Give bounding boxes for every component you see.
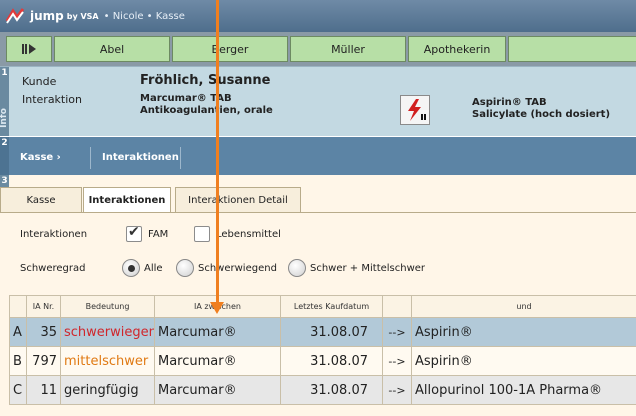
severity-text: mittelschwer (60, 346, 155, 376)
purchase-date: 31.08.07 (280, 375, 383, 405)
row-letter: A (9, 317, 27, 347)
panel-2-strip: 2 (0, 137, 9, 175)
drug-name: Marcumar® (154, 317, 281, 347)
column-header[interactable] (382, 295, 412, 318)
tab-bar: Kasse Interaktionen Interaktionen Detail (0, 178, 636, 214)
severity-label: Schweregrad (20, 263, 86, 274)
panel-number: 2 (1, 138, 8, 148)
lebensmittel-label: Lebensmittel (216, 229, 281, 240)
user-tab-label: Apothekerin (423, 42, 491, 56)
interaction-label: Interaktion (22, 93, 83, 106)
severity-text: schwerwiegend (60, 317, 155, 347)
navigation-panel: 2 Kasse › Interaktionen (0, 137, 636, 175)
other-drug-name: Aspirin® (411, 346, 636, 376)
customer-label: Kunde (22, 75, 57, 88)
customer-name: Fröhlich, Susanne (140, 73, 271, 88)
tab-label: Interaktionen (88, 194, 166, 206)
tab-label: Interaktionen Detail (188, 194, 288, 206)
table-row[interactable]: B 797 mittelschwer Marcumar® 31.08.07 --… (9, 346, 636, 376)
severity-schwer-mittelschwer-label: Schwer + Mittelschwer (310, 263, 426, 274)
drug-name: Marcumar® (154, 346, 281, 376)
lebensmittel-checkbox[interactable] (194, 226, 210, 242)
tab-interaktionen-detail[interactable]: Interaktionen Detail (175, 187, 301, 213)
user-tab-label: Abel (99, 42, 125, 56)
panel-3-strip: 3 (0, 175, 9, 187)
ia-number: 797 (26, 346, 61, 376)
purchase-date: 31.08.07 (280, 317, 383, 347)
panel-number: 3 (1, 176, 8, 186)
severity-schwerwiegend-radio[interactable] (176, 259, 194, 277)
table-header-row: IA Nr. Bedeutung IA zwischen Letztes Kau… (9, 295, 636, 318)
annotation-arrow-line (216, 0, 219, 302)
user-tab-berger[interactable]: Berger (172, 36, 288, 62)
panel-number: 1 (1, 68, 8, 78)
fam-label: FAM (148, 229, 169, 240)
link-arrow: --> (382, 375, 412, 405)
purchase-date: 31.08.07 (280, 346, 383, 376)
tab-interaktionen[interactable]: Interaktionen (83, 187, 171, 213)
column-header-kaufdatum[interactable]: Letztes Kaufdatum (280, 295, 383, 318)
ia-number: 35 (26, 317, 61, 347)
annotation-arrow-head (210, 302, 224, 314)
user-tab-bar: Abel Berger Müller Apothekerin (0, 32, 636, 66)
breadcrumb-divider (90, 147, 91, 169)
drug-a-class: Antikoagulantien, orale (140, 105, 273, 116)
app-vendor: by VSA (66, 11, 99, 21)
link-arrow: --> (382, 346, 412, 376)
user-tab-empty[interactable] (508, 36, 636, 62)
user-tab-label: Müller (331, 42, 365, 56)
panel-1-strip: 1 Info (0, 67, 9, 136)
table-row[interactable]: C 11 geringfügig Marcumar® 31.08.07 --> … (9, 375, 636, 405)
lightning-warning-icon (408, 99, 426, 121)
severity-alle-radio[interactable] (122, 259, 140, 277)
column-header-und[interactable]: und (411, 295, 636, 318)
interaction-warning-button[interactable] (400, 95, 430, 125)
interactions-table: IA Nr. Bedeutung IA zwischen Letztes Kau… (9, 295, 636, 405)
drug-b-name: Aspirin® TAB (472, 97, 547, 108)
play-button[interactable] (6, 36, 52, 62)
drug-name: Marcumar® (154, 375, 281, 405)
other-drug-name: Allopurinol 100-1A Pharma® (411, 375, 636, 405)
other-drug-name: Aspirin® (411, 317, 636, 347)
severity-alle-label: Alle (144, 263, 163, 274)
fam-checkbox[interactable] (126, 224, 142, 242)
window-subtitle: • Nicole • Kasse (103, 10, 185, 22)
drug-b-class: Salicylate (hoch dosiert) (472, 109, 611, 120)
severity-schwerwiegend-label: Schwerwiegend (198, 263, 277, 274)
jump-logo-icon (5, 8, 25, 24)
link-arrow: --> (382, 317, 412, 347)
app-name: jump (30, 9, 64, 23)
user-tab-mueller[interactable]: Müller (290, 36, 406, 62)
row-letter: C (9, 375, 27, 405)
user-tab-apothekerin[interactable]: Apothekerin (408, 36, 506, 62)
severity-text: geringfügig (60, 375, 155, 405)
column-header[interactable] (9, 295, 27, 318)
column-header-ia-nr[interactable]: IA Nr. (26, 295, 61, 318)
play-icon (22, 44, 36, 54)
title-bar: jump by VSA • Nicole • Kasse (0, 0, 636, 32)
column-header-bedeutung[interactable]: Bedeutung (60, 295, 155, 318)
panel-side-label: Info (0, 108, 9, 128)
tab-underline (9, 212, 636, 213)
info-panel: 1 Info Kunde Fröhlich, Susanne Interakti… (0, 66, 636, 136)
user-tab-abel[interactable]: Abel (54, 36, 170, 62)
filter-label: Interaktionen (20, 229, 88, 240)
table-row[interactable]: A 35 schwerwiegend Marcumar® 31.08.07 --… (9, 317, 636, 347)
tab-label: Kasse (26, 194, 56, 206)
severity-schwer-mittelschwer-radio[interactable] (288, 259, 306, 277)
breadcrumb-divider (180, 147, 181, 169)
breadcrumb-interaktionen[interactable]: Interaktionen (102, 152, 179, 163)
ia-number: 11 (26, 375, 61, 405)
tab-kasse[interactable]: Kasse (0, 187, 82, 213)
row-letter: B (9, 346, 27, 376)
breadcrumb-kasse[interactable]: Kasse › (20, 152, 61, 163)
